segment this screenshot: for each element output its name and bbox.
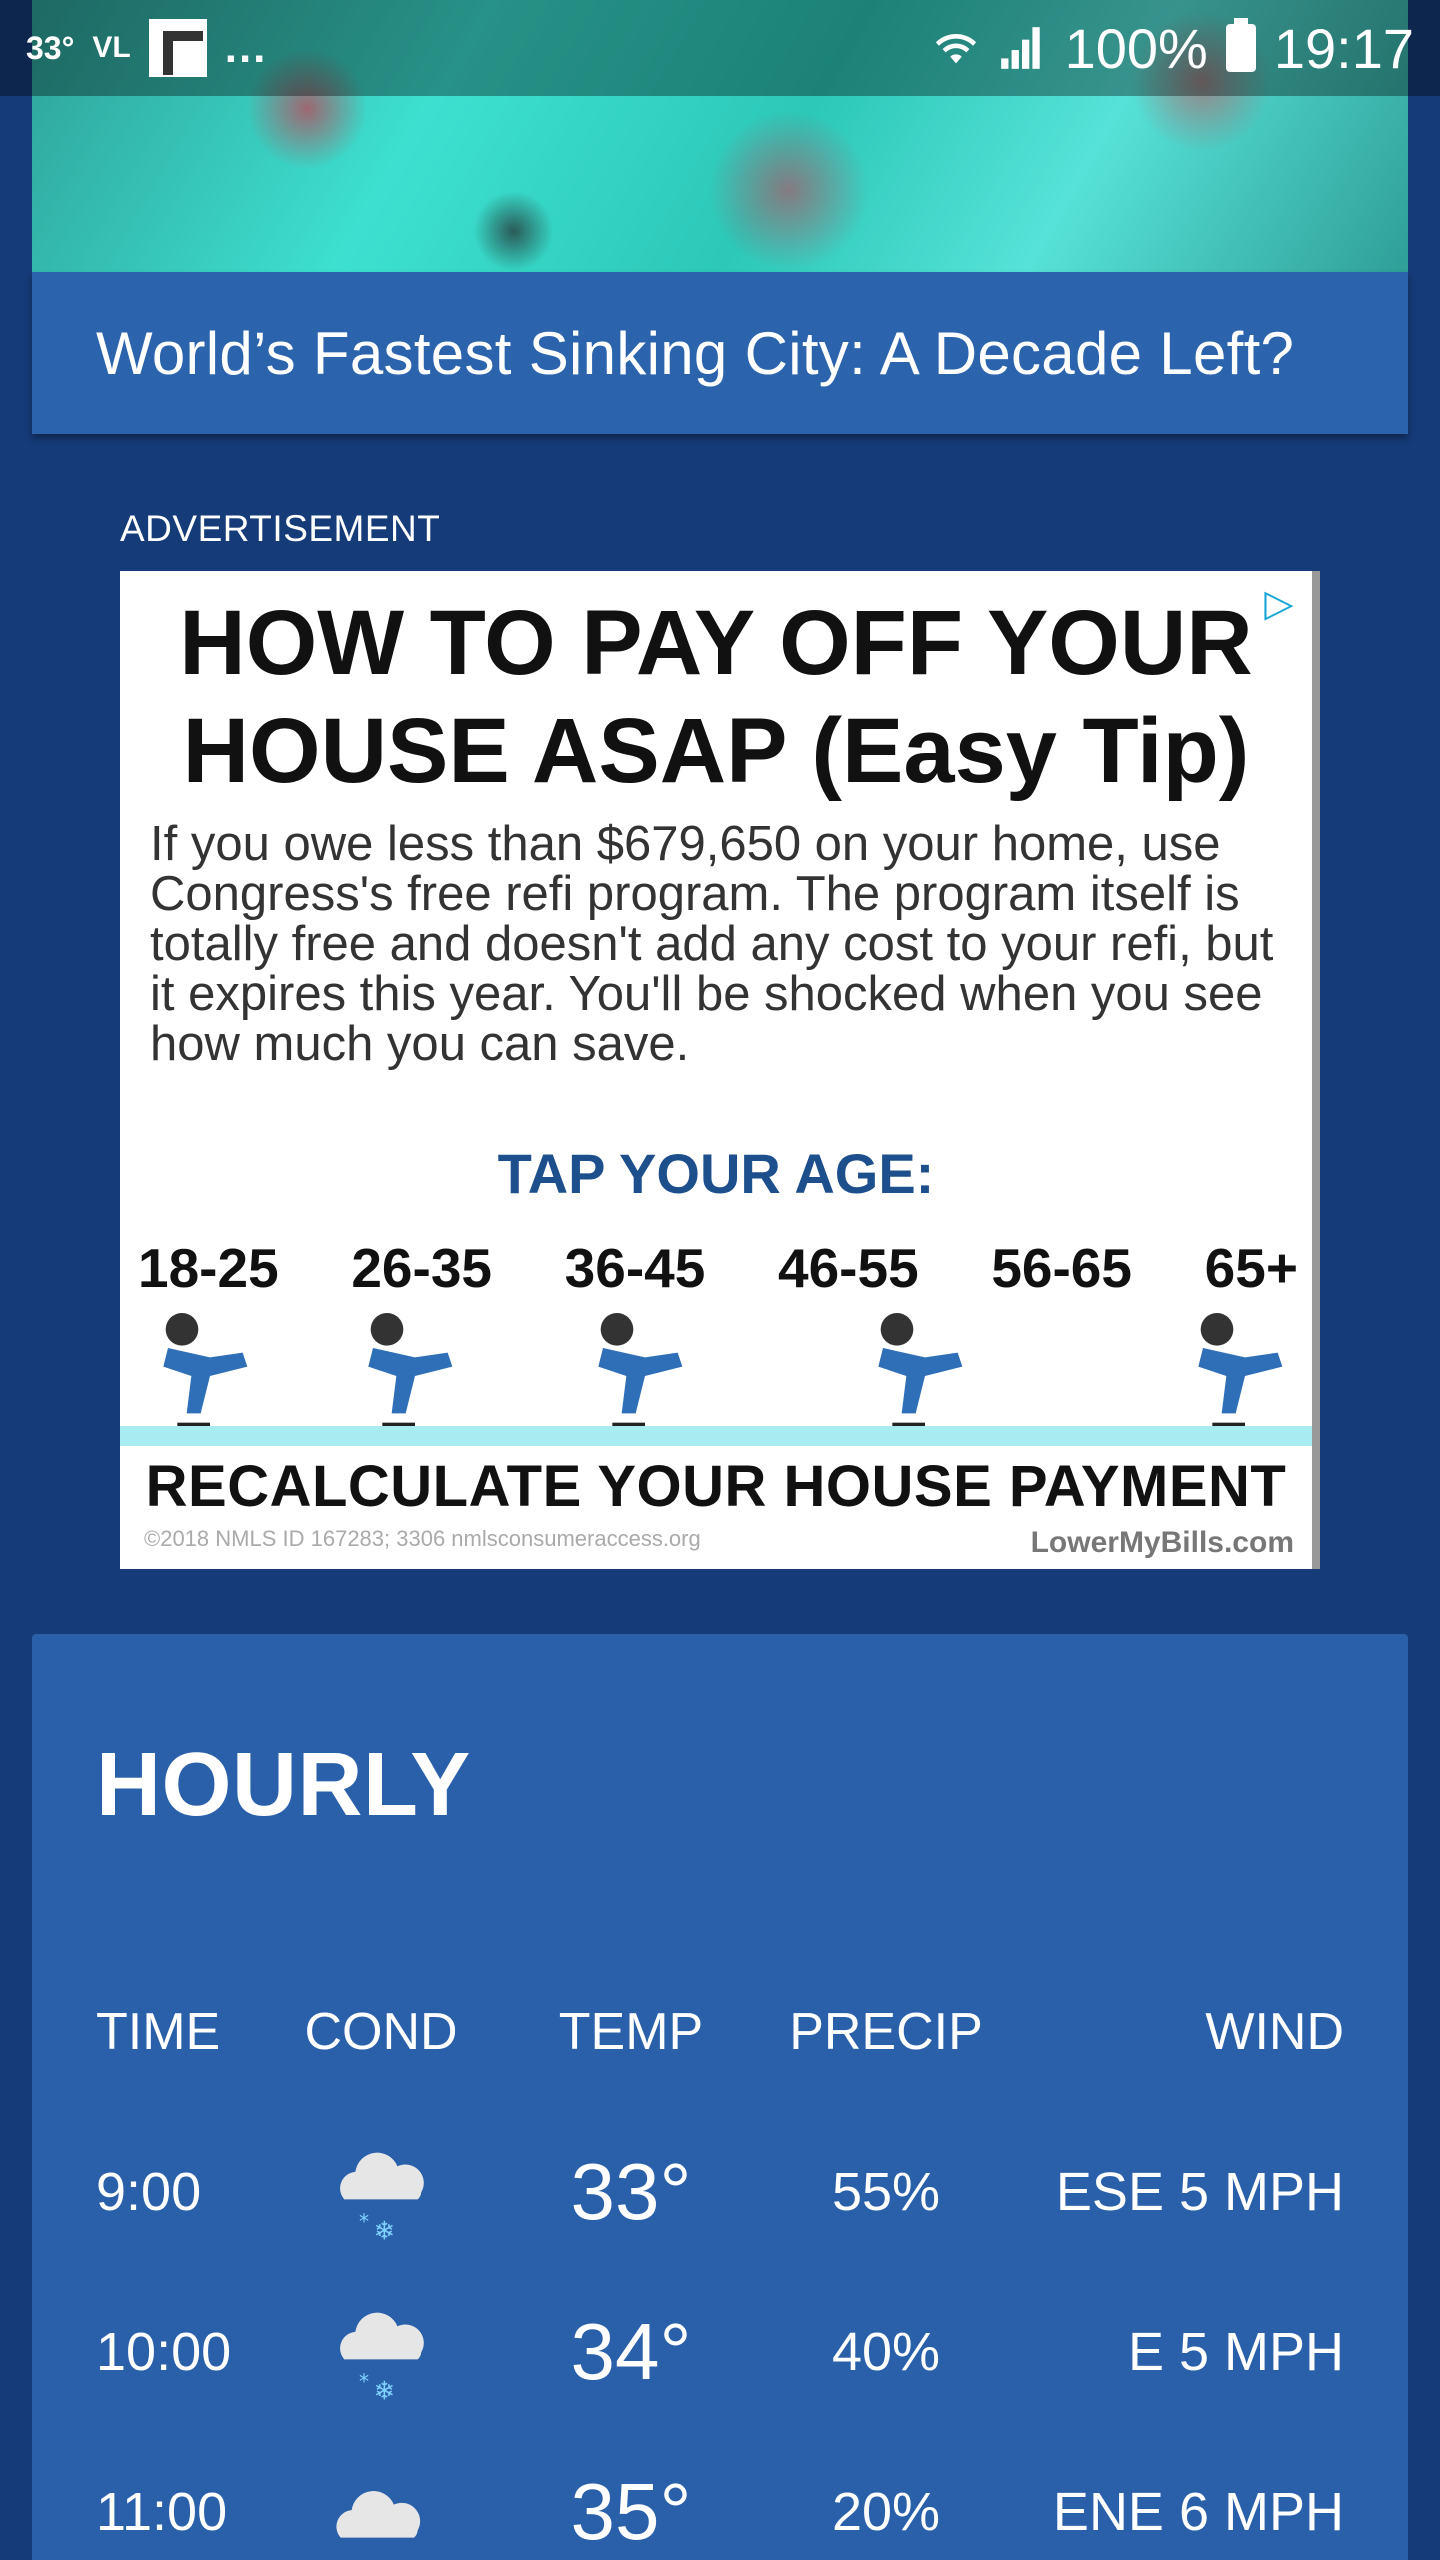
header-time: TIME <box>96 2003 221 2061</box>
snow-cloud-icon: * ❄ <box>306 2132 456 2252</box>
age-option[interactable]: 36-45 <box>565 1236 706 1300</box>
hourly-row: 11:00 35° 20% ENE 6 MPH <box>96 2452 1344 2560</box>
battery-percent: 100% <box>1064 16 1208 80</box>
skater-icon <box>878 1313 963 1430</box>
hour-precip: 55% <box>831 2162 941 2222</box>
hour-precip: 40% <box>831 2322 941 2382</box>
skater-icon <box>598 1313 683 1430</box>
age-option[interactable]: 65+ <box>1205 1236 1298 1300</box>
article-card[interactable]: World’s Fastest Sinking City: A Decade L… <box>32 272 1408 434</box>
ad-age-options: 18-25 26-35 36-45 46-55 56-65 65+ <box>138 1236 1298 1300</box>
ad-headline: HOW TO PAY OFF YOUR HOUSE ASAP (Easy Tip… <box>120 589 1312 805</box>
age-option[interactable]: 56-65 <box>991 1236 1132 1300</box>
hour-precip: 20% <box>831 2482 941 2542</box>
age-option[interactable]: 18-25 <box>138 1236 279 1300</box>
ad-cta: TAP YOUR AGE: <box>497 1142 935 1205</box>
hour-temp: 34° <box>570 2307 692 2396</box>
status-more: ... <box>224 23 268 72</box>
status-time: 19:17 <box>1273 16 1414 80</box>
ad-disclaimer: ©2018 NMLS ID 167283; 3306 nmlsconsumera… <box>144 1526 701 1551</box>
signal-icon <box>1000 27 1040 69</box>
svg-text:❄: ❄ <box>374 2377 396 2407</box>
svg-text:*: * <box>359 2210 369 2234</box>
header-precip: PRECIP <box>789 2003 983 2061</box>
age-option[interactable]: 26-35 <box>351 1236 492 1300</box>
svg-text:❄: ❄ <box>374 2217 396 2247</box>
ad-banner[interactable]: ▷ HOW TO PAY OFF YOUR HOUSE ASAP (Easy T… <box>120 571 1320 1569</box>
status-bar: 33° VL ... 100% 19:17 <box>0 0 1440 96</box>
ad-skaters-illustration <box>120 1306 1312 1441</box>
ad-brand: LowerMyBills.com <box>1030 1526 1294 1559</box>
hour-time: 9:00 <box>96 2162 202 2222</box>
flipboard-icon <box>148 19 207 77</box>
ad-body: If you owe less than $679,650 on your ho… <box>150 817 1274 1071</box>
ad-headline-line-1: HOW TO PAY OFF YOUR <box>179 592 1253 694</box>
ad-footer-headline: RECALCULATE YOUR HOUSE PAYMENT <box>145 1454 1287 1519</box>
hourly-forecast-card: HOURLY TIME COND TEMP PRECIP WIND 9:00 *… <box>32 1634 1408 2560</box>
hourly-header-row: TIME COND TEMP PRECIP WIND <box>96 1972 1344 2092</box>
header-cond: COND <box>304 2003 458 2061</box>
age-option[interactable]: 46-55 <box>778 1236 919 1300</box>
ad-headline-line-2: HOUSE ASAP (Easy Tip) <box>182 700 1250 802</box>
ad-fine-print: ©2018 NMLS ID 167283; 3306 nmlsconsumera… <box>144 1526 1294 1560</box>
header-temp: TEMP <box>558 2003 704 2061</box>
app-screen: World’s Fastest Sinking City: A Decade L… <box>0 0 1440 2560</box>
hour-wind: E 5 MPH <box>1127 2322 1344 2382</box>
battery-icon <box>1225 18 1256 72</box>
svg-text:*: * <box>359 2370 369 2394</box>
skater-icon <box>163 1313 248 1430</box>
snow-cloud-icon: * ❄ <box>306 2292 456 2412</box>
hourly-title: HOURLY <box>96 1735 471 1835</box>
status-temperature: 33° <box>26 29 75 66</box>
article-title[interactable]: World’s Fastest Sinking City: A Decade L… <box>96 319 1294 388</box>
hour-temp: 35° <box>570 2467 692 2556</box>
skater-icon <box>368 1313 453 1430</box>
hour-temp: 33° <box>570 2147 692 2236</box>
hourly-row: 9:00 * ❄ 33° 55% ESE 5 MPH <box>96 2132 1344 2252</box>
hourly-row: 10:00 * ❄ 34° 40% E 5 MPH <box>96 2292 1344 2412</box>
hour-time: 10:00 <box>96 2322 232 2382</box>
hour-wind: ESE 5 MPH <box>1055 2162 1344 2222</box>
cloud-icon <box>306 2452 456 2560</box>
header-wind: WIND <box>1205 2003 1344 2061</box>
ad-ice-strip <box>120 1426 1312 1446</box>
wifi-icon <box>935 34 976 64</box>
hour-time: 11:00 <box>96 2482 228 2542</box>
skater-icon <box>1198 1313 1283 1430</box>
ad-label: ADVERTISEMENT <box>120 508 441 549</box>
status-carrier-tag: VL <box>92 31 131 64</box>
hour-wind: ENE 6 MPH <box>1052 2482 1344 2542</box>
